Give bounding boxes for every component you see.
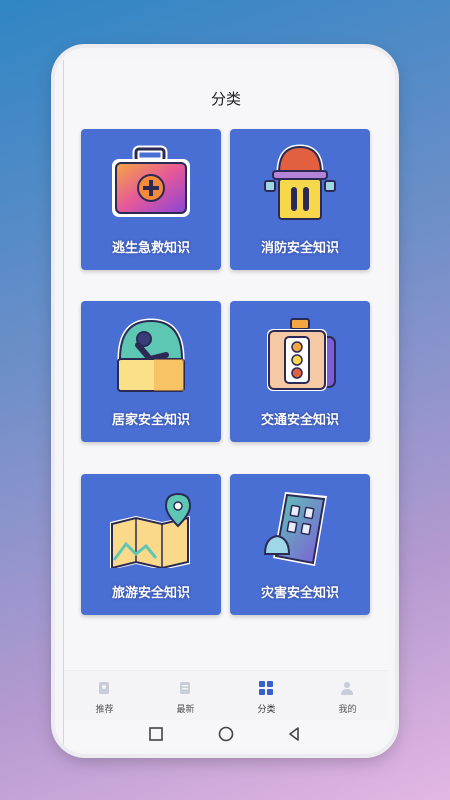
profile-icon bbox=[341, 682, 353, 695]
category-label: 旅游安全知识 bbox=[111, 586, 190, 601]
recent-apps-icon[interactable] bbox=[146, 724, 166, 744]
category-label: 居家安全知识 bbox=[111, 413, 190, 428]
disaster-building-icon bbox=[263, 492, 327, 566]
tab-recommend[interactable]: 推荐 bbox=[64, 671, 145, 721]
category-card-travel[interactable]: 旅游安全知识 bbox=[81, 474, 221, 615]
first-aid-kit-icon bbox=[112, 145, 190, 217]
tab-latest[interactable]: 最新 bbox=[145, 671, 226, 721]
fire-hydrant-icon bbox=[264, 144, 336, 220]
tab-label: 分类 bbox=[257, 705, 276, 715]
app-screen: 分类 逃生急救知识 消防安全知识 居家安全知识 交通安全知识 旅游安全知识 灾害… bbox=[63, 60, 388, 750]
category-grid-icon bbox=[259, 681, 273, 695]
phone-frame: 分类 逃生急救知识 消防安全知识 居家安全知识 交通安全知识 旅游安全知识 灾害… bbox=[55, 48, 395, 754]
system-nav-bar bbox=[64, 720, 388, 750]
tab-label: 我的 bbox=[338, 705, 357, 715]
category-label: 逃生急救知识 bbox=[111, 241, 190, 256]
tab-category[interactable]: 分类 bbox=[226, 671, 307, 721]
bottom-tab-bar: 推荐 最新 分类 我的 bbox=[64, 670, 388, 720]
category-card-first-aid[interactable]: 逃生急救知识 bbox=[81, 129, 221, 270]
page-title: 分类 bbox=[210, 90, 241, 108]
tab-label: 最新 bbox=[176, 705, 195, 715]
category-label: 消防安全知识 bbox=[260, 241, 339, 256]
category-card-disaster[interactable]: 灾害安全知识 bbox=[230, 474, 370, 615]
home-icon[interactable] bbox=[216, 724, 236, 744]
travel-map-icon bbox=[110, 492, 192, 568]
recommend-icon bbox=[99, 682, 109, 694]
category-label: 灾害安全知识 bbox=[260, 586, 339, 601]
category-card-home[interactable]: 居家安全知识 bbox=[81, 301, 221, 442]
category-card-fire[interactable]: 消防安全知识 bbox=[230, 129, 370, 270]
category-card-traffic[interactable]: 交通安全知识 bbox=[230, 301, 370, 442]
tab-label: 推荐 bbox=[95, 705, 114, 715]
home-faucet-icon bbox=[117, 318, 185, 392]
category-label: 交通安全知识 bbox=[260, 413, 339, 428]
tab-profile[interactable]: 我的 bbox=[307, 671, 388, 721]
latest-icon bbox=[180, 682, 190, 694]
traffic-light-icon bbox=[267, 318, 336, 391]
back-icon[interactable] bbox=[284, 724, 304, 744]
